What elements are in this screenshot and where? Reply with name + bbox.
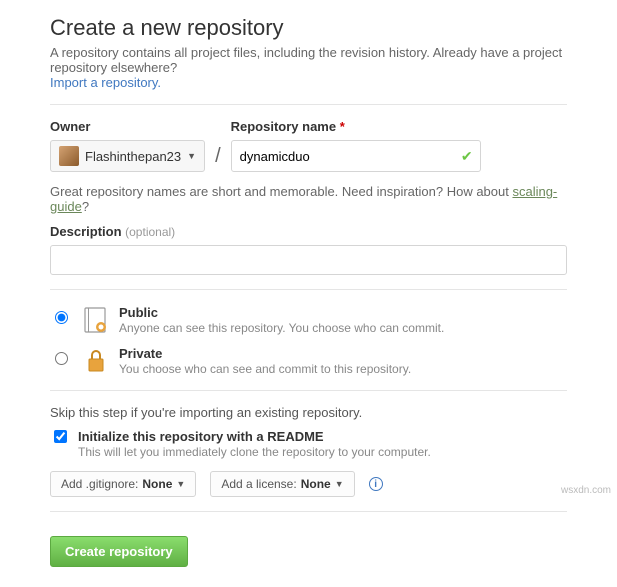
divider xyxy=(50,289,567,290)
caret-down-icon: ▼ xyxy=(176,479,185,489)
public-title: Public xyxy=(119,305,158,320)
private-radio[interactable] xyxy=(55,352,68,365)
skip-text: Skip this step if you're importing an ex… xyxy=(50,405,567,420)
import-repository-link[interactable]: Import a repository. xyxy=(50,75,161,90)
license-value: None xyxy=(301,477,331,491)
avatar xyxy=(59,146,79,166)
readme-label: Initialize this repository with a README xyxy=(78,429,324,444)
public-radio[interactable] xyxy=(55,311,68,324)
check-icon: ✔ xyxy=(461,148,473,165)
caret-down-icon: ▼ xyxy=(335,479,344,489)
private-title: Private xyxy=(119,346,162,361)
required-asterisk: * xyxy=(340,119,345,134)
watermark: wsxdn.com xyxy=(561,485,611,496)
repo-name-label-text: Repository name xyxy=(231,119,336,134)
public-icon xyxy=(81,306,109,334)
gitignore-value: None xyxy=(142,477,172,491)
divider xyxy=(50,390,567,391)
owner-dropdown[interactable]: Flashinthepan23 ▼ xyxy=(50,140,205,172)
name-hint: Great repository names are short and mem… xyxy=(50,184,567,214)
readme-description: This will let you immediately clone the … xyxy=(78,445,431,459)
owner-label: Owner xyxy=(50,119,205,134)
private-icon xyxy=(81,347,109,375)
repo-name-label: Repository name * xyxy=(231,119,481,134)
description-label: Description (optional) xyxy=(50,224,567,239)
page-subtitle: A repository contains all project files,… xyxy=(50,45,567,90)
license-dropdown[interactable]: Add a license: None ▼ xyxy=(210,471,354,497)
readme-checkbox[interactable] xyxy=(54,430,67,443)
divider xyxy=(50,104,567,105)
gitignore-prefix: Add .gitignore: xyxy=(61,477,138,491)
description-label-text: Description xyxy=(50,224,122,239)
owner-username: Flashinthepan23 xyxy=(85,149,181,164)
description-input[interactable] xyxy=(50,245,567,275)
hint-text-a: Great repository names are short and mem… xyxy=(50,184,512,199)
subtitle-text: A repository contains all project files,… xyxy=(50,45,562,75)
page-title: Create a new repository xyxy=(50,15,567,41)
optional-text: (optional) xyxy=(125,225,175,239)
divider xyxy=(50,511,567,512)
repo-name-input[interactable] xyxy=(231,140,481,172)
license-prefix: Add a license: xyxy=(221,477,296,491)
create-repository-button[interactable]: Create repository xyxy=(50,536,188,567)
path-separator: / xyxy=(213,145,223,172)
caret-down-icon: ▼ xyxy=(187,151,196,161)
private-description: You choose who can see and commit to thi… xyxy=(119,362,411,376)
public-description: Anyone can see this repository. You choo… xyxy=(119,321,444,335)
info-icon[interactable]: i xyxy=(369,477,383,491)
gitignore-dropdown[interactable]: Add .gitignore: None ▼ xyxy=(50,471,196,497)
hint-text-b: ? xyxy=(82,199,89,214)
